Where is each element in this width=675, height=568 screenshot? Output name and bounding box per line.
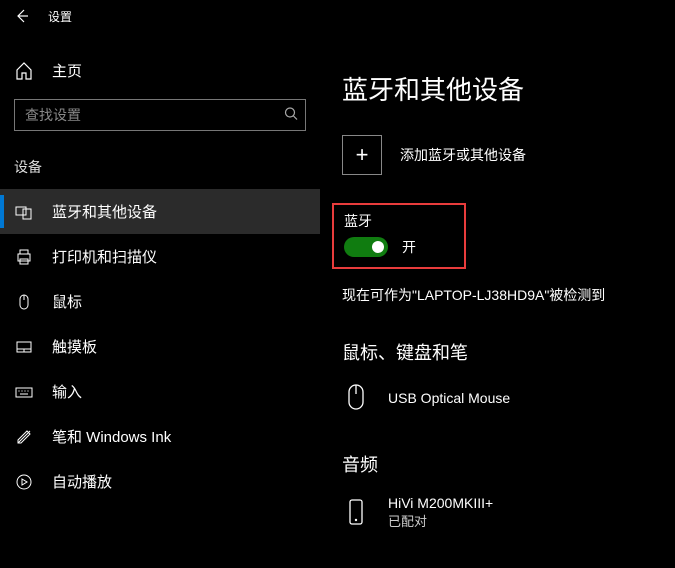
section-mouse-title: 鼠标、键盘和笔 [342,339,653,365]
sidebar-item-touchpad[interactable]: 触摸板 [0,324,320,369]
device-name: USB Optical Mouse [388,390,510,406]
content-panel: 蓝牙和其他设备 + 添加蓝牙或其他设备 蓝牙 开 现在可作为"LAPTOP-LJ… [320,32,675,568]
sidebar-item-label: 输入 [52,381,82,402]
plus-icon: + [342,135,382,175]
phone-icon [342,498,370,528]
sidebar-item-printers[interactable]: 打印机和扫描仪 [0,234,320,279]
sidebar-home[interactable]: 主页 [0,50,320,91]
sidebar-item-label: 鼠标 [52,291,82,312]
bluetooth-title: 蓝牙 [344,211,416,231]
search-input[interactable] [14,99,306,131]
mouse-icon [342,383,370,413]
sidebar-category: 设备 [0,149,320,189]
window-title: 设置 [48,8,72,25]
sidebar-item-label: 自动播放 [52,471,112,492]
sidebar: 主页 设备 蓝牙和其他设备 打印机和扫描仪 鼠标 [0,32,320,568]
page-title: 蓝牙和其他设备 [342,70,653,107]
sidebar-item-label: 打印机和扫描仪 [52,246,157,267]
keyboard-icon [14,382,34,402]
printer-icon [14,247,34,267]
device-name: HiVi M200MKIII+ [388,495,493,511]
touchpad-icon [14,337,34,357]
sidebar-item-autoplay[interactable]: 自动播放 [0,459,320,504]
autoplay-icon [14,472,34,492]
device-row-mouse[interactable]: USB Optical Mouse [342,379,653,417]
bluetooth-toggle[interactable] [344,237,388,257]
sidebar-item-label: 蓝牙和其他设备 [52,201,157,222]
sidebar-item-pen[interactable]: 笔和 Windows Ink [0,414,320,459]
bluetooth-highlight-box: 蓝牙 开 [332,203,466,269]
back-icon[interactable] [14,8,30,24]
section-audio-title: 音频 [342,451,653,477]
mouse-icon [14,292,34,312]
sidebar-item-label: 触摸板 [52,336,97,357]
pen-icon [14,427,34,447]
devices-icon [14,202,34,222]
add-device-label: 添加蓝牙或其他设备 [400,145,526,165]
home-icon [14,61,34,81]
sidebar-home-label: 主页 [52,60,82,81]
bluetooth-toggle-label: 开 [402,237,416,257]
sidebar-item-label: 笔和 Windows Ink [52,426,171,447]
add-device-button[interactable]: + 添加蓝牙或其他设备 [342,135,653,175]
sidebar-item-bluetooth[interactable]: 蓝牙和其他设备 [0,189,320,234]
device-row-audio[interactable]: HiVi M200MKIII+ 已配对 [342,491,653,534]
bluetooth-status: 现在可作为"LAPTOP-LJ38HD9A"被检测到 [342,285,653,305]
search-icon[interactable] [284,107,298,124]
sidebar-item-typing[interactable]: 输入 [0,369,320,414]
sidebar-item-mouse[interactable]: 鼠标 [0,279,320,324]
